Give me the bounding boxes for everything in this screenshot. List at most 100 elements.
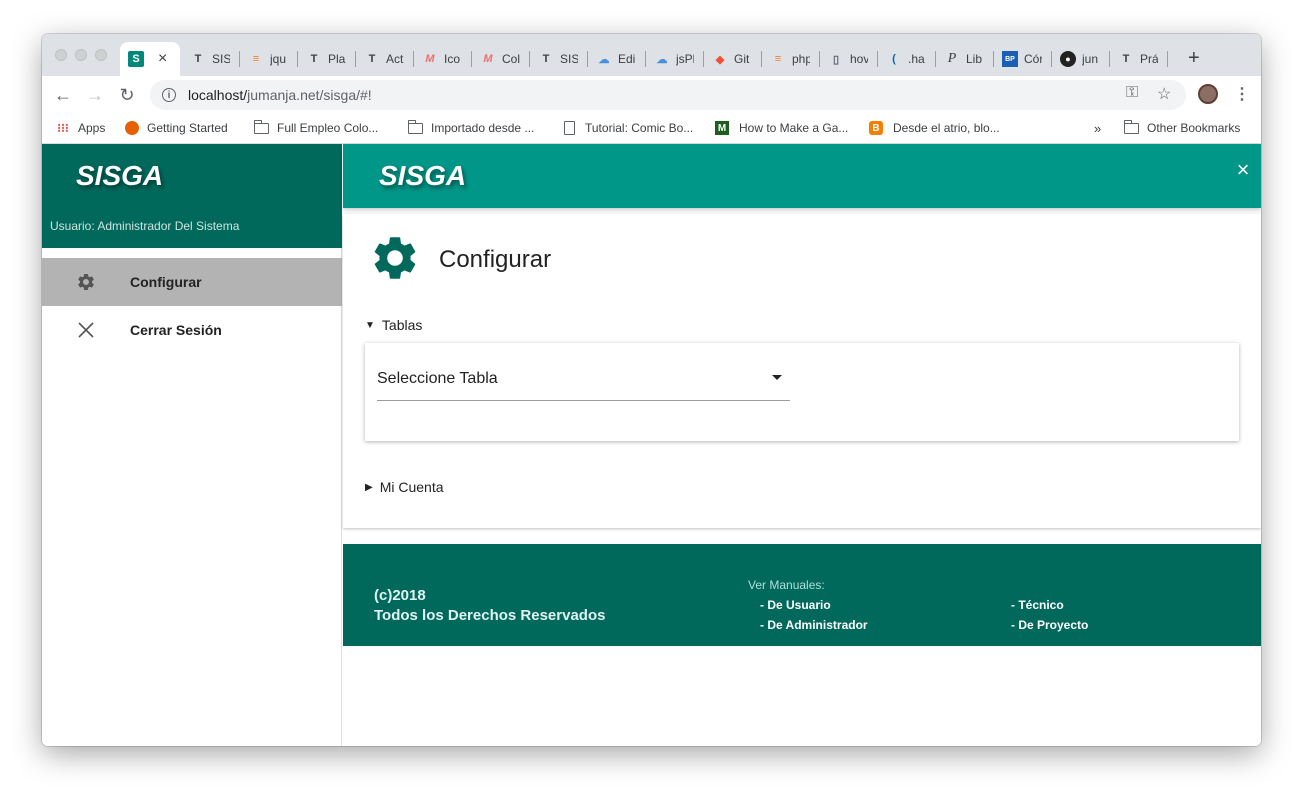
triangle-down-icon: ▼	[365, 319, 375, 331]
t-favicon-icon: T	[542, 53, 550, 65]
tab-item[interactable]: T Act	[356, 42, 414, 76]
address-bar[interactable]: i localhost/jumanja.net/sisga/#!	[150, 80, 1186, 110]
bookmarks-overflow-button[interactable]: »	[1094, 121, 1101, 136]
zoom-window-button[interactable]	[95, 49, 107, 61]
sidebar-brand: SISGA	[76, 160, 164, 191]
gear-icon	[369, 232, 421, 284]
close-icon	[76, 320, 96, 340]
other-bookmarks[interactable]: Other Bookmarks	[1123, 119, 1240, 135]
manual-link-proyecto[interactable]: - De Proyecto	[1011, 618, 1088, 632]
bookmark-item[interactable]: Importado desde ...	[407, 119, 534, 135]
bookmark-item[interactable]: B Desde el atrio, blo...	[869, 121, 1000, 135]
account-section-toggle[interactable]: ▶ Mi Cuenta	[365, 479, 444, 495]
sidebar-item-configurar[interactable]: Configurar	[42, 258, 342, 306]
bookmark-item[interactable]: Tutorial: Comic Bo...	[564, 121, 693, 135]
bookmark-item[interactable]: Getting Started	[125, 121, 228, 135]
sidebar-item-cerrar-sesion[interactable]: Cerrar Sesión	[42, 306, 342, 354]
t-favicon-icon: T	[368, 53, 376, 65]
back-arrow-icon[interactable]: ←	[52, 84, 74, 106]
main-panel: SISGA × Configurar ▼ Tablas Seleccione T…	[343, 144, 1261, 746]
manual-link-tecnico[interactable]: - Técnico	[1011, 598, 1064, 612]
materialize-icon: M	[425, 53, 435, 65]
tab-item[interactable]: (.ha	[878, 42, 936, 76]
tab-item[interactable]: M Ico	[414, 42, 472, 76]
triangle-right-icon: ▶	[365, 481, 373, 493]
sidebar-item-label: Configurar	[130, 274, 202, 290]
folder-icon	[1123, 119, 1139, 134]
tables-panel: Seleccione Tabla	[365, 343, 1239, 441]
bp-favicon-icon: BP	[1002, 51, 1018, 67]
t-favicon-icon: T	[194, 53, 202, 65]
dropdown-arrow-icon	[772, 375, 782, 380]
tab-item[interactable]: ☁ jsPl	[646, 42, 704, 76]
tab-item[interactable]: ◆ Git	[704, 42, 762, 76]
header-brand: SISGA	[379, 160, 467, 191]
tables-section-label: Tablas	[381, 317, 423, 333]
manual-link-administrador[interactable]: - De Administrador	[760, 618, 868, 632]
star-icon[interactable]: ☆	[1157, 84, 1171, 104]
reload-icon[interactable]: ↻	[116, 84, 138, 106]
stackoverflow-icon: ≡	[774, 53, 782, 65]
sidebar-item-label: Cerrar Sesión	[130, 322, 222, 338]
tab-item[interactable]: T SIS	[182, 42, 240, 76]
tab-close-icon[interactable]: ×	[158, 50, 167, 68]
new-tab-button[interactable]: +	[1188, 47, 1200, 70]
key-icon[interactable]: ⚿	[1126, 84, 1138, 102]
bookmark-item[interactable]: M How to Make a Ga...	[715, 121, 848, 135]
app-content: SISGA Usuario: Administrador Del Sistema…	[42, 144, 1261, 746]
tab-item[interactable]: P Lib	[936, 42, 994, 76]
more-menu-icon[interactable]: ⋮	[1234, 84, 1250, 104]
minimize-window-button[interactable]	[75, 49, 87, 61]
tab-item[interactable]: ≡ jqu	[240, 42, 298, 76]
bookmarks-bar: ⁝⁝⁝ Apps Getting Started Full Empleo Colo…	[42, 114, 1261, 144]
page-title: Configurar	[439, 246, 552, 273]
avatar[interactable]	[1198, 84, 1218, 104]
footer: (c)2018 Todos los Derechos Reservados Ve…	[343, 544, 1261, 646]
footer-rights: Todos los Derechos Reservados	[374, 607, 606, 624]
url-host: localhost/	[188, 87, 248, 103]
tab-item[interactable]: ☁ Edi	[588, 42, 646, 76]
sidebar-header: SISGA Usuario: Administrador Del Sistema	[42, 144, 342, 248]
tab-item[interactable]: T SIS	[530, 42, 588, 76]
t-favicon-icon: T	[1122, 53, 1130, 65]
sidebar: SISGA Usuario: Administrador Del Sistema…	[42, 144, 342, 746]
main-header: SISGA ×	[343, 144, 1261, 208]
document-icon	[564, 121, 575, 135]
tab-active[interactable]: S ×	[120, 42, 180, 76]
manuals-title: Ver Manuales:	[748, 578, 825, 592]
gear-icon	[76, 272, 96, 292]
apps-grid-icon: ⁝⁝⁝	[57, 121, 69, 135]
account-section-label: Mi Cuenta	[379, 479, 444, 495]
sisga-favicon-icon: S	[128, 51, 144, 67]
sidebar-user: Usuario: Administrador Del Sistema	[50, 219, 240, 233]
bookmark-item[interactable]: Full Empleo Colo...	[253, 119, 378, 135]
folder-icon	[253, 119, 269, 134]
tab-item[interactable]: BP Cór	[994, 42, 1052, 76]
document-icon: ▯	[832, 53, 840, 66]
tab-item[interactable]: T Pla	[298, 42, 356, 76]
tables-section-toggle[interactable]: ▼ Tablas	[365, 317, 422, 333]
p-favicon-icon: P	[947, 51, 957, 66]
browser-toolbar: ← → ↻ i localhost/jumanja.net/sisga/#! ⚿…	[42, 76, 1261, 114]
blogger-icon: B	[869, 121, 883, 135]
config-card: Configurar ▼ Tablas Seleccione Tabla ▶ M…	[343, 214, 1261, 528]
close-window-button[interactable]	[55, 49, 67, 61]
folder-icon	[407, 119, 423, 134]
bookmark-item[interactable]: ⁝⁝⁝ Apps	[56, 121, 105, 135]
table-select[interactable]: Seleccione Tabla	[377, 357, 790, 401]
materialize-icon: M	[483, 53, 493, 65]
tab-item[interactable]: M Col	[472, 42, 530, 76]
firefox-icon	[125, 121, 139, 135]
m-favicon-icon: M	[715, 121, 729, 135]
manual-link-usuario[interactable]: - De Usuario	[760, 598, 831, 612]
tab-item[interactable]: ● jun	[1052, 42, 1110, 76]
info-icon[interactable]: i	[162, 88, 176, 102]
cloud-icon: ☁	[598, 53, 610, 66]
tab-item[interactable]: ▯ hov	[820, 42, 878, 76]
close-icon[interactable]: ×	[1231, 157, 1255, 182]
tab-item[interactable]: T Prá	[1110, 42, 1168, 76]
footer-copyright: (c)2018	[374, 587, 426, 604]
tab-item[interactable]: ≡ php	[762, 42, 820, 76]
git-icon: ◆	[715, 53, 725, 66]
forward-arrow-icon[interactable]: →	[84, 84, 106, 106]
